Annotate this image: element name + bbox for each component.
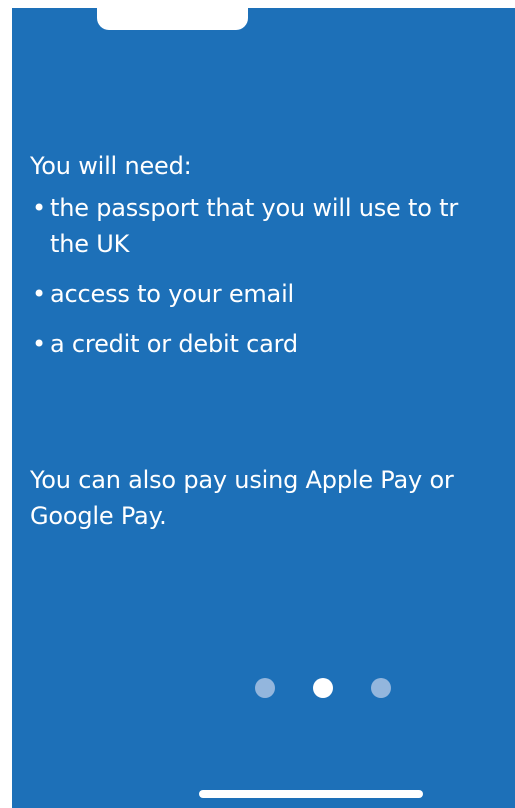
page-dot-3[interactable] (371, 678, 391, 698)
page-dot-2[interactable] (313, 678, 333, 698)
list-item-text: a credit or debit card (50, 330, 298, 358)
list-item: • access to your email (30, 276, 515, 312)
page-indicator[interactable] (255, 678, 395, 698)
list-item-text: the passport that you will use to tr (50, 194, 459, 222)
device-notch (97, 8, 248, 30)
list-item-text-continued: the UK (50, 230, 130, 258)
bullet-marker: • (32, 280, 46, 308)
page-dot-1[interactable] (255, 678, 275, 698)
payment-note: You can also pay using Apple Pay or Goog… (30, 462, 454, 534)
list-item-text: access to your email (50, 280, 295, 308)
payment-note-line: Google Pay. (30, 502, 167, 530)
requirements-heading: You will need: (30, 152, 192, 180)
requirements-section: You will need: • the passport that you w… (30, 148, 515, 376)
bullet-marker: • (32, 194, 46, 222)
list-item: • the passport that you will use to tr t… (30, 190, 515, 262)
home-indicator[interactable] (199, 790, 423, 798)
bullet-marker: • (32, 330, 46, 358)
payment-note-line: You can also pay using Apple Pay or (30, 466, 454, 494)
list-item: • a credit or debit card (30, 326, 515, 362)
requirements-list: • the passport that you will use to tr t… (30, 190, 515, 362)
onboarding-screen: You will need: • the passport that you w… (12, 8, 515, 808)
